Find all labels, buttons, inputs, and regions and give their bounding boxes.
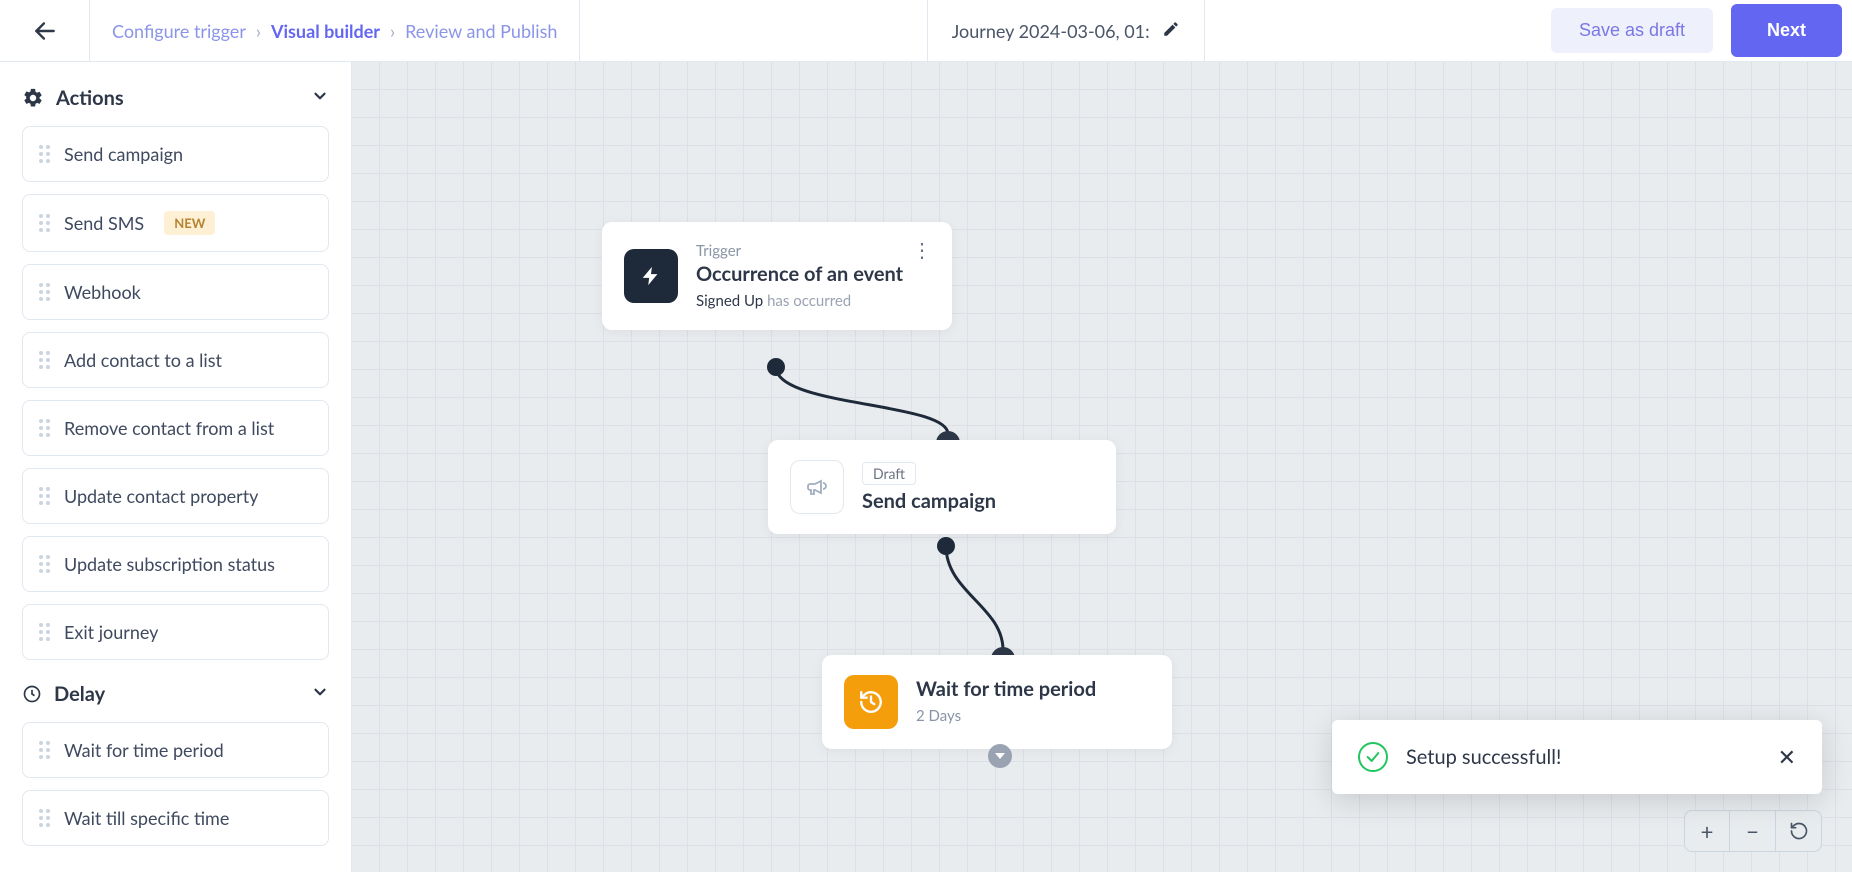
pencil-icon: [1162, 20, 1180, 38]
drag-handle-icon: [39, 741, 50, 759]
toast-message: Setup successfull!: [1406, 745, 1561, 769]
node-add-port[interactable]: [988, 744, 1012, 768]
chevron-right-icon: ›: [256, 20, 261, 42]
delay-wait-specific-time[interactable]: Wait till specific time: [22, 790, 329, 846]
action-label: Update contact property: [64, 485, 258, 507]
megaphone-icon: [805, 475, 829, 499]
delay-label: Wait till specific time: [64, 807, 229, 829]
action-update-contact-property[interactable]: Update contact property: [22, 468, 329, 524]
action-label: Add contact to a list: [64, 349, 222, 371]
breadcrumb: Configure trigger › Visual builder › Rev…: [90, 0, 580, 61]
breadcrumb-step-visual-builder[interactable]: Visual builder: [271, 20, 380, 42]
breadcrumb-step-configure-trigger[interactable]: Configure trigger: [112, 20, 246, 42]
flow-canvas[interactable]: Trigger Occurrence of an event Signed Up…: [352, 62, 1852, 872]
edit-title-button[interactable]: [1162, 20, 1180, 42]
node-title: Wait for time period: [916, 677, 1096, 701]
clock-icon: [22, 684, 42, 704]
node-subtitle: Signed Up has occurred: [696, 292, 903, 310]
campaign-icon-box: [790, 460, 844, 514]
zoom-controls: + −: [1684, 810, 1822, 852]
node-body: Wait for time period 2 Days: [916, 677, 1096, 727]
drag-handle-icon: [39, 809, 50, 827]
action-send-campaign[interactable]: Send campaign: [22, 126, 329, 182]
drag-handle-icon: [39, 283, 50, 301]
gear-icon: [22, 87, 44, 109]
node-wait-time-period[interactable]: Wait for time period 2 Days: [822, 655, 1172, 749]
node-subtitle: 2 Days: [916, 707, 1096, 725]
node-send-campaign[interactable]: Draft Send campaign: [768, 440, 1116, 534]
wait-icon-box: [844, 675, 898, 729]
success-toast: Setup successfull! ✕: [1332, 720, 1822, 794]
action-send-sms[interactable]: Send SMS NEW: [22, 194, 329, 252]
delay-label: Wait for time period: [64, 739, 224, 761]
save-draft-button[interactable]: Save as draft: [1551, 8, 1713, 53]
drag-handle-icon: [39, 419, 50, 437]
drag-handle-icon: [39, 555, 50, 573]
node-sub-suffix: has occurred: [767, 292, 851, 310]
action-label: Webhook: [64, 281, 141, 303]
breadcrumb-step-review-publish[interactable]: Review and Publish: [405, 20, 557, 42]
toast-close-button[interactable]: ✕: [1778, 743, 1796, 771]
draft-badge: Draft: [862, 462, 916, 485]
chevron-down-icon: [311, 86, 329, 110]
node-title: Send campaign: [862, 489, 996, 513]
action-webhook[interactable]: Webhook: [22, 264, 329, 320]
back-button[interactable]: [0, 0, 90, 61]
action-label: Send SMS: [64, 212, 144, 234]
journey-title: Journey 2024-03-06, 01:: [952, 20, 1150, 42]
drag-handle-icon: [39, 351, 50, 369]
actions-sidebar: Actions Send campaign Send SMS NEW Webho…: [0, 62, 352, 872]
header-actions: Save as draft Next: [1551, 0, 1852, 61]
section-title-actions: Actions: [56, 86, 124, 110]
node-body: Trigger Occurrence of an event Signed Up…: [696, 242, 903, 310]
refresh-icon: [1789, 821, 1809, 841]
section-header-delay[interactable]: Delay: [22, 672, 329, 722]
action-update-subscription-status[interactable]: Update subscription status: [22, 536, 329, 592]
chevron-right-icon: ›: [390, 20, 395, 42]
action-label: Update subscription status: [64, 553, 275, 575]
bolt-icon: [640, 265, 662, 287]
history-icon: [858, 689, 884, 715]
zoom-in-button[interactable]: +: [1684, 810, 1730, 852]
section-header-actions[interactable]: Actions: [22, 76, 329, 126]
action-add-contact-list[interactable]: Add contact to a list: [22, 332, 329, 388]
trigger-icon-box: [624, 249, 678, 303]
node-body: Draft Send campaign: [862, 462, 996, 513]
zoom-reset-button[interactable]: [1776, 810, 1822, 852]
drag-handle-icon: [39, 145, 50, 163]
action-label: Exit journey: [64, 621, 158, 643]
content-area: Actions Send campaign Send SMS NEW Webho…: [0, 62, 1852, 872]
node-output-port[interactable]: [937, 537, 955, 555]
node-kicker: Trigger: [696, 242, 903, 260]
section-title-delay: Delay: [54, 682, 105, 706]
chevron-down-icon: [311, 682, 329, 706]
zoom-out-button[interactable]: −: [1730, 810, 1776, 852]
journey-title-area: Journey 2024-03-06, 01:: [927, 0, 1205, 61]
arrow-left-icon: [32, 18, 58, 44]
check-circle-icon: [1358, 742, 1388, 772]
action-label: Remove contact from a list: [64, 417, 274, 439]
next-button[interactable]: Next: [1731, 4, 1842, 57]
action-exit-journey[interactable]: Exit journey: [22, 604, 329, 660]
node-output-port[interactable]: [767, 358, 785, 376]
drag-handle-icon: [39, 487, 50, 505]
drag-handle-icon: [39, 214, 50, 232]
node-title: Occurrence of an event: [696, 262, 903, 286]
node-sub-prefix: Signed Up: [696, 292, 763, 310]
drag-handle-icon: [39, 623, 50, 641]
new-badge: NEW: [164, 211, 215, 235]
node-menu-button[interactable]: ⋮: [912, 238, 934, 262]
action-remove-contact-list[interactable]: Remove contact from a list: [22, 400, 329, 456]
action-label: Send campaign: [64, 143, 183, 165]
delay-wait-time-period[interactable]: Wait for time period: [22, 722, 329, 778]
top-bar: Configure trigger › Visual builder › Rev…: [0, 0, 1852, 62]
node-trigger[interactable]: Trigger Occurrence of an event Signed Up…: [602, 222, 952, 330]
